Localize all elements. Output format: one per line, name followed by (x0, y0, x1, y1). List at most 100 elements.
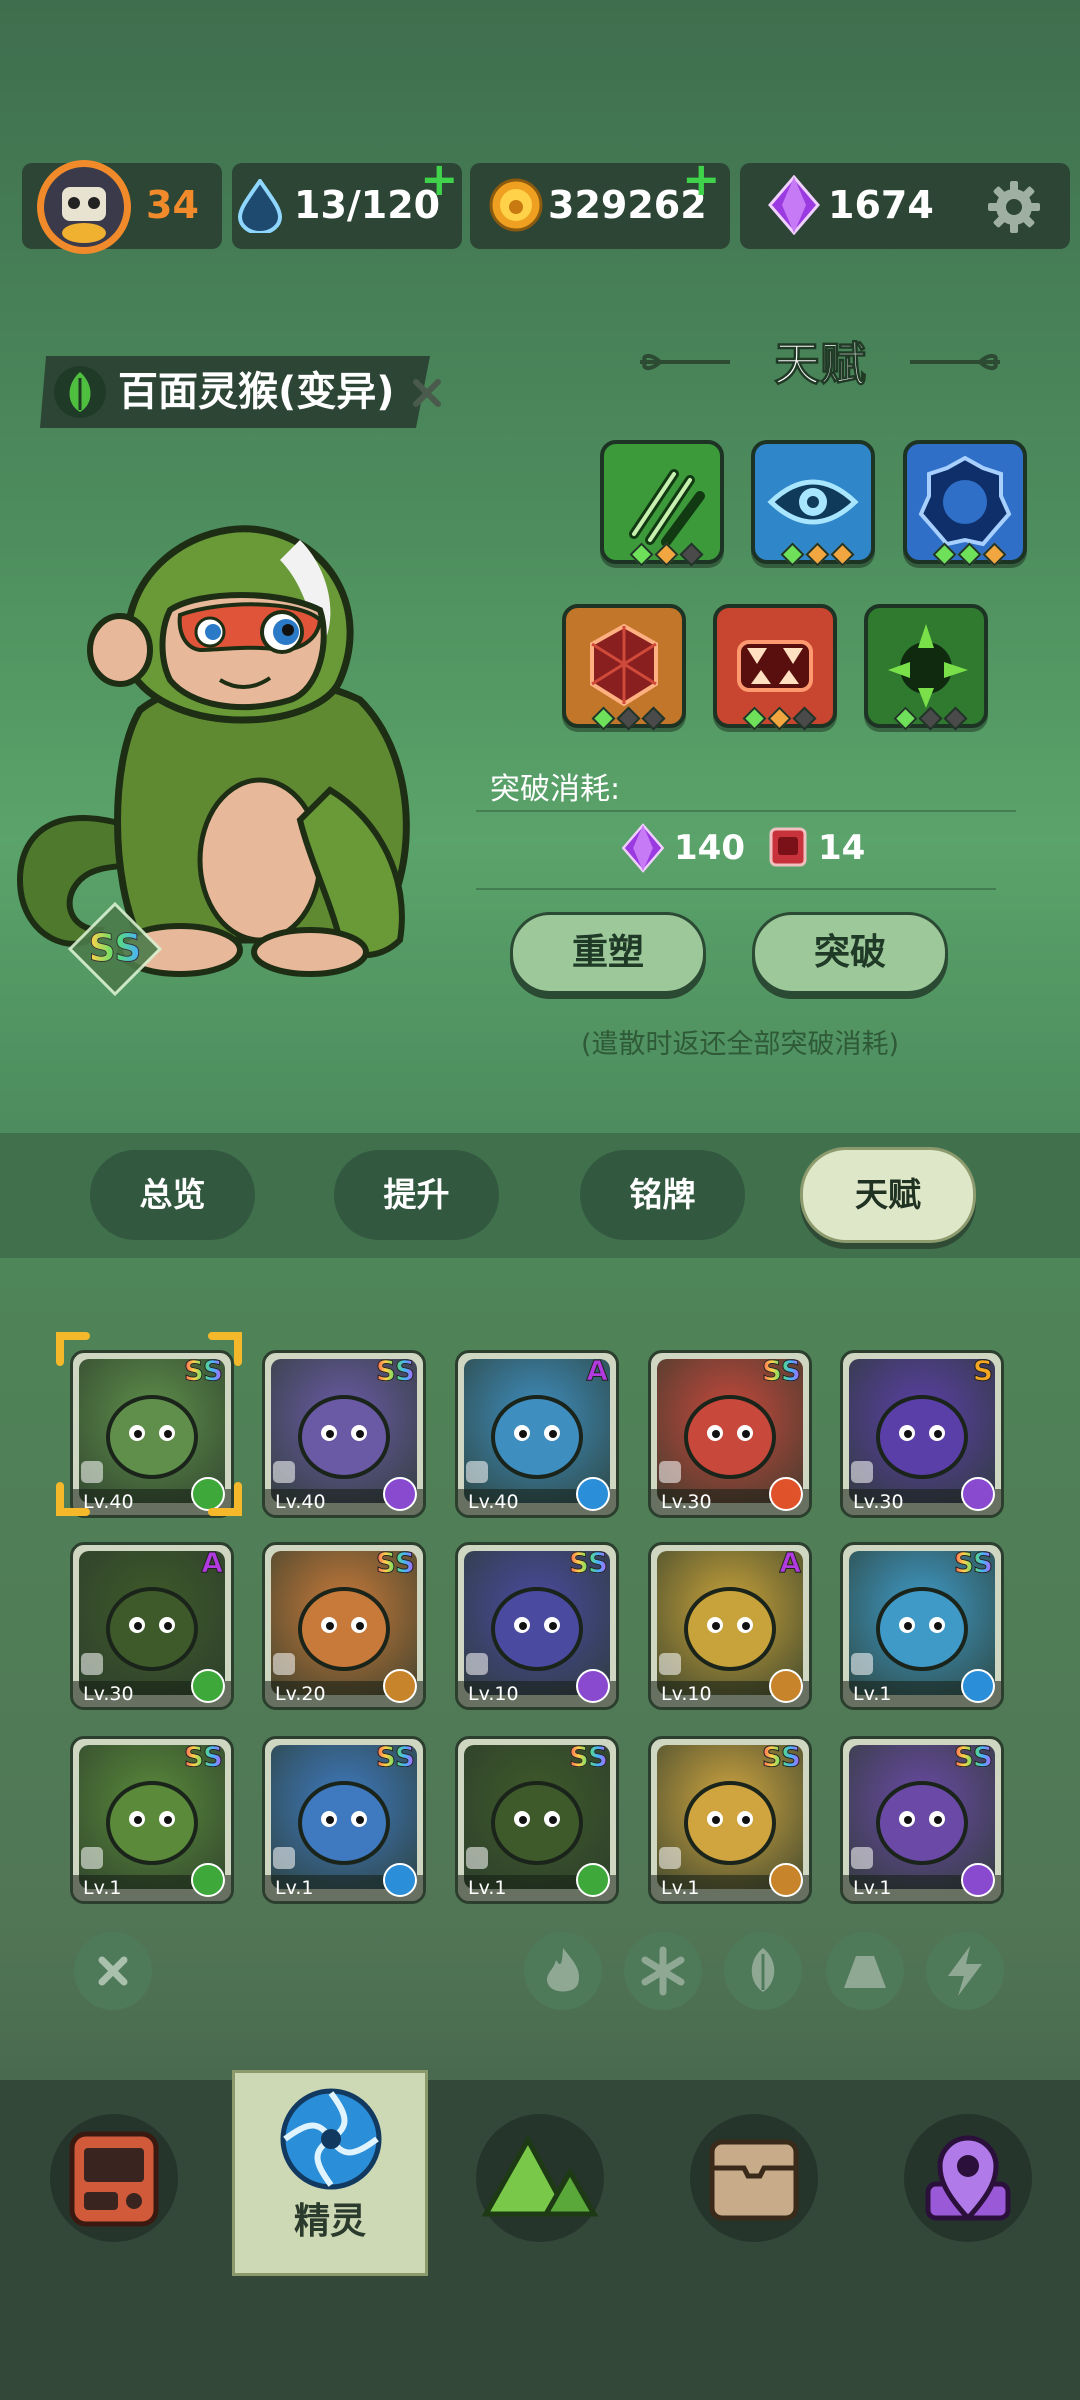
talent-slot-1[interactable] (600, 440, 724, 567)
spirit-orb-icon (280, 2088, 382, 2190)
creature-rank: SS (375, 1354, 415, 1387)
lock-icon[interactable] (659, 1653, 681, 1675)
lock-icon[interactable] (851, 1461, 873, 1483)
creature-card[interactable]: A Lv.40 (455, 1350, 619, 1518)
ice-icon (576, 1477, 610, 1511)
talent-level-dots (604, 542, 728, 567)
eye-icon (767, 479, 859, 525)
reshape-button[interactable]: 重塑 (510, 912, 706, 994)
grass-icon (191, 1669, 225, 1703)
filter-earth[interactable] (826, 1932, 904, 2010)
creature-rank: A (779, 1546, 802, 1579)
earth-icon (383, 1669, 417, 1703)
creature-card[interactable]: SS Lv.1 (840, 1736, 1004, 1904)
creature-rank: SS (761, 1740, 801, 1773)
gems-value: 1674 (828, 183, 934, 227)
gear-icon[interactable] (986, 179, 1042, 239)
earth-icon (769, 1669, 803, 1703)
talent-slot-3[interactable] (903, 440, 1027, 567)
ice-icon (383, 1863, 417, 1897)
nav-spirits-active[interactable]: 精灵 (232, 2070, 428, 2276)
bottom-nav: 精灵 (0, 2070, 1080, 2400)
creature-rank: S (972, 1354, 993, 1387)
talent-level-dots (907, 542, 1031, 567)
ice-icon (961, 1669, 995, 1703)
lock-icon[interactable] (466, 1847, 488, 1869)
creature-card[interactable]: SS Lv.1 (262, 1736, 426, 1904)
close-icon[interactable] (412, 378, 442, 408)
creature-card[interactable]: SS Lv.1 (455, 1736, 619, 1904)
tab-upgrade[interactable]: 提升 (334, 1150, 499, 1240)
lock-icon[interactable] (851, 1847, 873, 1869)
filter-ice[interactable] (624, 1932, 702, 2010)
breakthrough-button[interactable]: 突破 (752, 912, 948, 994)
filter-grass[interactable] (724, 1932, 802, 2010)
creature-card[interactable]: SS Lv.40 (262, 1350, 426, 1518)
creature-card[interactable]: SS Lv.1 (648, 1736, 812, 1904)
lock-icon[interactable] (273, 1847, 295, 1869)
shield-hex-icon (590, 623, 658, 707)
cost-gem-icon (620, 823, 666, 877)
lock-icon[interactable] (466, 1653, 488, 1675)
lock-icon[interactable] (659, 1847, 681, 1869)
gear-ring-icon (918, 455, 1012, 547)
earth-icon (769, 1863, 803, 1897)
divider (476, 810, 1016, 812)
nav-map[interactable] (904, 2114, 1032, 2242)
rank-badge: SS (66, 900, 164, 998)
creature-card[interactable]: SS Lv.10 (455, 1542, 619, 1710)
coin-icon (488, 177, 544, 237)
creature-card[interactable]: SS Lv.30 (648, 1350, 812, 1518)
nav-bag[interactable] (690, 2114, 818, 2242)
lock-icon[interactable] (851, 1653, 873, 1675)
creature-rank: A (586, 1354, 609, 1387)
cost-book-value: 14 (818, 828, 866, 868)
nav-adventure[interactable] (476, 2114, 604, 2242)
creature-card[interactable]: SS Lv.20 (262, 1542, 426, 1710)
lock-icon[interactable] (273, 1653, 295, 1675)
talent-slot-6[interactable] (864, 604, 988, 731)
lock-icon[interactable] (466, 1461, 488, 1483)
filter-fire[interactable] (524, 1932, 602, 2010)
add-stamina-button[interactable]: + (420, 156, 459, 202)
creature-rank: SS (568, 1740, 608, 1773)
creature-rank: SS (953, 1546, 993, 1579)
creature-rank: SS (761, 1354, 801, 1387)
tab-overview[interactable]: 总览 (90, 1150, 255, 1240)
talent-slot-4[interactable] (562, 604, 686, 731)
close-icon (98, 1956, 128, 1986)
cost-gem-value: 140 (674, 828, 745, 868)
lock-icon[interactable] (273, 1461, 295, 1483)
lock-icon[interactable] (81, 1847, 103, 1869)
talent-slot-2[interactable] (751, 440, 875, 567)
left-ornament (640, 354, 730, 370)
grass-element-icon (52, 364, 108, 424)
clear-filter-button[interactable] (74, 1932, 152, 2010)
creature-name: 百面灵猴(变异) (118, 369, 395, 415)
talent-level-dots (755, 542, 879, 567)
creature-card[interactable]: SS Lv.1 (840, 1542, 1004, 1710)
creature-rank: SS (375, 1546, 415, 1579)
tab-talent[interactable]: 天赋 (800, 1147, 976, 1243)
creature-card[interactable]: SS Lv.1 (70, 1736, 234, 1904)
creature-rank: SS (375, 1740, 415, 1773)
fang-mouth-icon (737, 640, 813, 692)
add-coins-button[interactable]: + (682, 156, 721, 202)
filter-electric[interactable] (926, 1932, 1004, 2010)
map-pin-icon (925, 2135, 1011, 2222)
tab-nameplate[interactable]: 铭牌 (580, 1150, 745, 1240)
stamina-value: 13/120 (294, 183, 441, 227)
talent-book-icon (768, 826, 808, 872)
creature-rank: SS (953, 1740, 993, 1773)
creature-card[interactable]: A Lv.30 (70, 1542, 234, 1710)
lock-icon[interactable] (659, 1461, 681, 1483)
chest-icon (709, 2139, 799, 2221)
creature-card[interactable]: A Lv.10 (648, 1542, 812, 1710)
creature-portrait: SS (0, 500, 440, 1020)
nav-console[interactable] (50, 2114, 178, 2242)
talent-slot-5[interactable] (713, 604, 837, 731)
creature-rank: SS (568, 1546, 608, 1579)
player-avatar[interactable] (34, 157, 134, 257)
creature-card[interactable]: S Lv.30 (840, 1350, 1004, 1518)
lock-icon[interactable] (81, 1653, 103, 1675)
